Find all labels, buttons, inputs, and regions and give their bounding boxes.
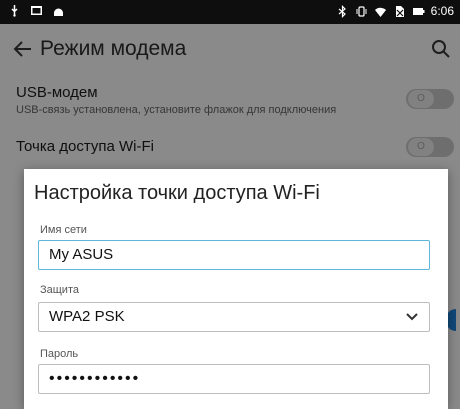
- dialog-title: Настройка точки доступа Wi-Fi: [34, 182, 320, 204]
- status-bar: 6:06: [0, 0, 460, 24]
- security-label: Защита: [40, 284, 79, 296]
- no-sim-icon: [395, 6, 404, 17]
- image-icon: [31, 6, 42, 15]
- clock: 6:06: [430, 4, 454, 18]
- vibrate-icon: [356, 6, 367, 17]
- battery-icon: [412, 8, 425, 15]
- security-select[interactable]: WPA2 PSK: [38, 302, 430, 332]
- ssid-input[interactable]: My ASUS: [38, 240, 430, 270]
- hotspot-setup-dialog: Настройка точки доступа Wi-Fi Имя сети M…: [24, 169, 448, 409]
- chevron-down-icon: [406, 313, 418, 321]
- password-input[interactable]: ••••••••••••: [38, 364, 430, 394]
- bluetooth-icon: [338, 5, 346, 18]
- android-icon: [54, 8, 63, 16]
- usb-icon: [11, 5, 18, 17]
- wifi-icon: [374, 7, 386, 17]
- password-label: Пароль: [40, 348, 79, 360]
- security-value: WPA2 PSK: [49, 308, 125, 325]
- ssid-label: Имя сети: [40, 224, 87, 236]
